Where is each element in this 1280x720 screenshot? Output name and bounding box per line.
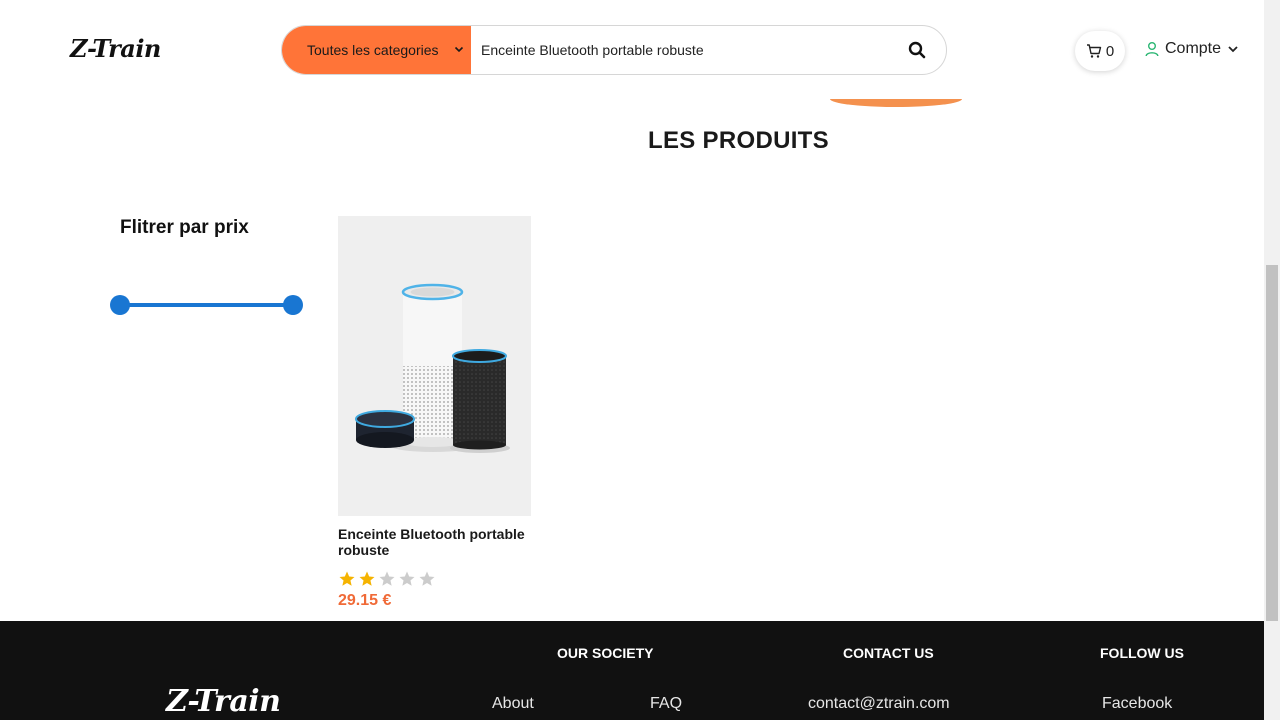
product-card[interactable]: Enceinte Bluetooth portable robuste 29.1…: [338, 216, 531, 610]
scrollbar-thumb[interactable]: [1266, 265, 1278, 621]
footer-link-faq[interactable]: FAQ: [650, 695, 682, 713]
star-filled-icon: [359, 571, 375, 586]
slider-track: [120, 303, 293, 307]
account-label: Compte: [1165, 40, 1222, 57]
star-filled-icon: [339, 571, 355, 586]
footer-link-facebook[interactable]: Facebook: [1102, 695, 1172, 713]
footer-link-about[interactable]: About: [492, 695, 534, 713]
star-empty-icon: [399, 571, 415, 586]
chevron-down-icon: [1228, 46, 1238, 53]
category-select-label: Toutes les categories: [307, 42, 439, 58]
product-image[interactable]: [338, 216, 531, 516]
page-scrollbar[interactable]: [1264, 0, 1280, 720]
search-bar: Toutes les categories: [281, 25, 947, 75]
star-empty-icon: [379, 571, 395, 586]
price-filter-title: Flitrer par prix: [120, 217, 249, 238]
footer-link-email[interactable]: contact@ztrain.com: [808, 695, 950, 713]
star-empty-icon: [419, 571, 435, 586]
cart-button[interactable]: 0: [1075, 31, 1125, 71]
footer-logo[interactable]: Z-Train: [166, 684, 281, 719]
product-price: 29.15 €: [338, 592, 392, 609]
cart-count: 0: [1105, 42, 1115, 60]
search-button[interactable]: [888, 26, 946, 74]
footer-heading-follow: FOLLOW US: [1100, 645, 1184, 661]
cart-icon: [1086, 44, 1102, 58]
account-menu[interactable]: Compte: [1145, 40, 1239, 58]
slider-min-thumb[interactable]: [110, 295, 130, 315]
price-range-slider[interactable]: [110, 295, 303, 315]
chevron-down-icon: [454, 46, 464, 53]
slider-max-thumb[interactable]: [283, 295, 303, 315]
user-icon: [1145, 42, 1159, 57]
site-header: Z-Train Toutes les categories 0 C: [0, 0, 1264, 107]
footer-heading-society: OUR SOCIETY: [557, 645, 654, 661]
search-input[interactable]: [471, 26, 888, 74]
product-rating: [338, 570, 531, 588]
search-icon: [908, 41, 926, 59]
site-logo[interactable]: Z-Train: [70, 34, 161, 63]
footer-heading-contact: CONTACT US: [843, 645, 934, 661]
speaker-image: [355, 283, 510, 453]
product-name[interactable]: Enceinte Bluetooth portable robuste: [338, 526, 531, 558]
page-title: LES PRODUITS: [648, 127, 829, 154]
category-select[interactable]: Toutes les categories: [282, 26, 471, 74]
decorative-arc: [830, 99, 962, 107]
site-footer: Z-Train OUR SOCIETY CONTACT US FOLLOW US…: [0, 621, 1264, 720]
